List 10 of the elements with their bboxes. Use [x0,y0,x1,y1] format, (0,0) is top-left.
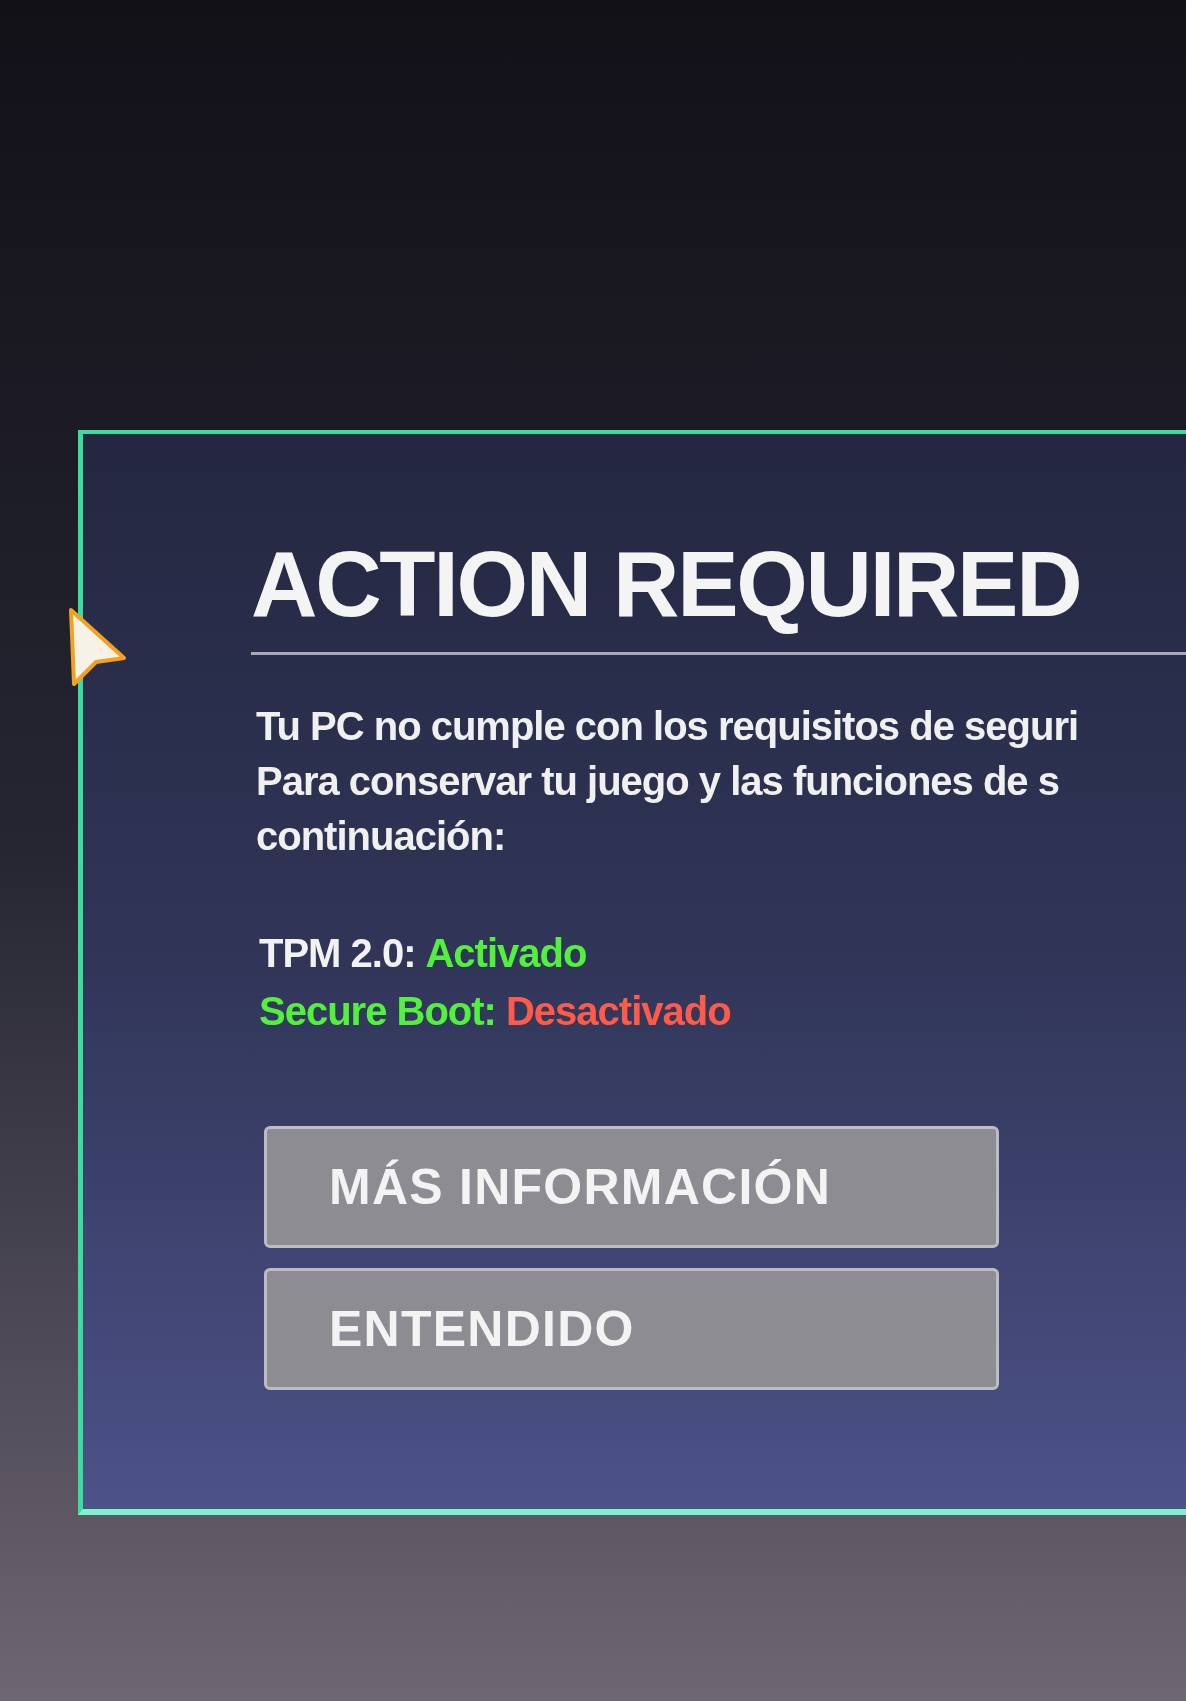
status-value: Activado [425,930,587,977]
dialog-button[interactable]: MÁS INFORMACIÓN [264,1126,999,1248]
status-value: Desactivado [505,988,731,1035]
status-label: TPM 2.0: [259,930,416,977]
cursor-icon [66,606,128,688]
message-text: continuación: [256,813,506,860]
message-text: Para conservar tu juego y las funciones de s [256,758,1059,805]
dialog-button[interactable]: ENTENDIDO [264,1268,999,1390]
message-text: Tu PC no cumple con los requisitos de seguri [256,703,1079,750]
status-label: Secure Boot: [259,988,496,1035]
